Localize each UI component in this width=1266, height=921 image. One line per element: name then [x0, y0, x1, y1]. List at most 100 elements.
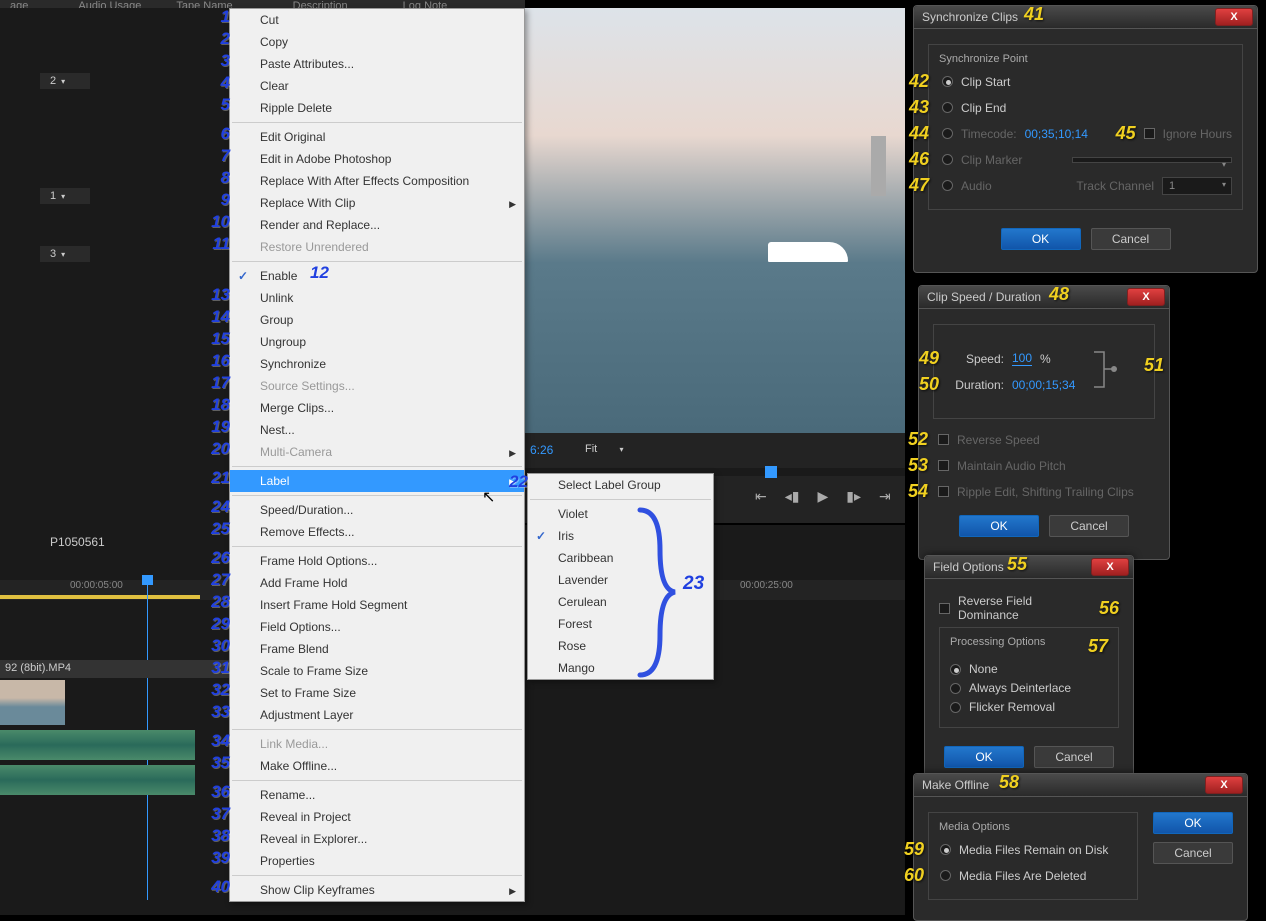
- timecode-radio[interactable]: [942, 128, 953, 139]
- menu-item-copy[interactable]: Copy2: [230, 31, 524, 53]
- column-headers: age Audio Usage Tape Name Description Lo…: [0, 0, 525, 8]
- menu-item-render-and-replace[interactable]: Render and Replace...10: [230, 214, 524, 236]
- menu-item-ungroup[interactable]: Ungroup15: [230, 331, 524, 353]
- menu-item-merge-clips[interactable]: Merge Clips...18: [230, 397, 524, 419]
- menu-item-show-clip-keyframes[interactable]: Show Clip Keyframes▶40: [230, 879, 524, 901]
- files-remain-radio[interactable]: [940, 844, 951, 855]
- clip-marker-radio[interactable]: [942, 154, 953, 165]
- duration-input[interactable]: 00;00;15;34: [1012, 378, 1075, 392]
- menu-item-unlink[interactable]: Unlink13: [230, 287, 524, 309]
- label-rose[interactable]: Rose: [528, 635, 713, 657]
- menu-item-replace-with-after-effects-composition[interactable]: Replace With After Effects Composition8: [230, 170, 524, 192]
- goto-in-icon[interactable]: ⇤: [755, 488, 767, 505]
- menu-item-make-offline[interactable]: Make Offline...35: [230, 755, 524, 777]
- menu-item-scale-to-frame-size[interactable]: Scale to Frame Size31: [230, 660, 524, 682]
- step-back-icon[interactable]: ◂▮: [785, 488, 800, 505]
- menu-item-speed-duration[interactable]: Speed/Duration...24: [230, 499, 524, 521]
- menu-item-nest[interactable]: Nest...19: [230, 419, 524, 441]
- program-monitor: [525, 8, 905, 433]
- label-iris[interactable]: Iris✓: [528, 525, 713, 547]
- track-dropdown-3[interactable]: 3: [40, 246, 90, 262]
- goto-out-icon[interactable]: ⇥: [879, 488, 891, 505]
- menu-item-label[interactable]: Label▶21: [230, 470, 524, 492]
- ok-button[interactable]: OK: [1153, 812, 1233, 834]
- audio-track-1[interactable]: [0, 730, 195, 760]
- reverse-field-checkbox[interactable]: [939, 603, 950, 614]
- files-deleted-radio[interactable]: [940, 870, 951, 881]
- menu-item-edit-original[interactable]: Edit Original6: [230, 126, 524, 148]
- menu-item-set-to-frame-size[interactable]: Set to Frame Size32: [230, 682, 524, 704]
- synchronize-clips-dialog: Synchronize Clips 41 X Synchronize Point…: [913, 5, 1258, 273]
- menu-item-remove-effects[interactable]: Remove Effects...25: [230, 521, 524, 543]
- menu-item-link-media[interactable]: Link Media...34: [230, 733, 524, 755]
- flicker-removal-radio[interactable]: [950, 702, 961, 713]
- timecode-input[interactable]: 00;35;10;14: [1025, 127, 1088, 141]
- audio-track-2[interactable]: [0, 765, 195, 795]
- menu-item-reveal-in-explorer[interactable]: Reveal in Explorer...38: [230, 828, 524, 850]
- menu-item-add-frame-hold[interactable]: Add Frame Hold27: [230, 572, 524, 594]
- menu-item-enable[interactable]: Enable✓12: [230, 265, 524, 287]
- menu-item-synchronize[interactable]: Synchronize16: [230, 353, 524, 375]
- close-button[interactable]: X: [1215, 8, 1253, 26]
- label-forest[interactable]: Forest: [528, 613, 713, 635]
- make-offline-dialog: Make Offline 58 X Media Options 59Media …: [913, 773, 1248, 921]
- menu-item-cut[interactable]: Cut1: [230, 9, 524, 31]
- ripple-edit-checkbox[interactable]: [938, 486, 949, 497]
- menu-item-clear[interactable]: Clear4: [230, 75, 524, 97]
- reverse-speed-checkbox[interactable]: [938, 434, 949, 445]
- menu-item-group[interactable]: Group14: [230, 309, 524, 331]
- ok-button[interactable]: OK: [944, 746, 1024, 768]
- close-button[interactable]: X: [1205, 776, 1243, 794]
- menu-item-adjustment-layer[interactable]: Adjustment Layer33: [230, 704, 524, 726]
- cancel-button[interactable]: Cancel: [1034, 746, 1114, 768]
- ok-button[interactable]: OK: [959, 515, 1039, 537]
- menu-item-multi-camera[interactable]: Multi-Camera▶20: [230, 441, 524, 463]
- cancel-button[interactable]: Cancel: [1153, 842, 1233, 864]
- clip-thumbnail[interactable]: [0, 680, 65, 725]
- step-fwd-icon[interactable]: ▮▸: [846, 488, 861, 505]
- select-label-group[interactable]: Select Label Group22: [528, 474, 713, 496]
- clip-end-radio[interactable]: [942, 102, 953, 113]
- menu-item-properties[interactable]: Properties39: [230, 850, 524, 872]
- monitor-playhead[interactable]: [765, 466, 777, 478]
- clip-start-radio[interactable]: [942, 76, 953, 87]
- menu-item-frame-hold-options[interactable]: Frame Hold Options...26: [230, 550, 524, 572]
- menu-item-replace-with-clip[interactable]: Replace With Clip▶9: [230, 192, 524, 214]
- play-icon[interactable]: ▶: [817, 488, 828, 505]
- menu-item-source-settings[interactable]: Source Settings...17: [230, 375, 524, 397]
- menu-item-reveal-in-project[interactable]: Reveal in Project37: [230, 806, 524, 828]
- menu-item-rename[interactable]: Rename...36: [230, 784, 524, 806]
- track-dropdown-1[interactable]: 2: [40, 73, 90, 89]
- maintain-pitch-checkbox[interactable]: [938, 460, 949, 471]
- menu-item-edit-in-adobe-photoshop[interactable]: Edit in Adobe Photoshop7: [230, 148, 524, 170]
- audio-radio[interactable]: [942, 180, 953, 191]
- close-button[interactable]: X: [1091, 558, 1129, 576]
- zoom-select[interactable]: Fit: [585, 443, 623, 455]
- work-area-bar[interactable]: [0, 595, 200, 599]
- menu-item-restore-unrendered[interactable]: Restore Unrendered11: [230, 236, 524, 258]
- timecode-display: 6:26: [530, 443, 553, 457]
- ok-button[interactable]: OK: [1001, 228, 1081, 250]
- speed-input[interactable]: 100: [1012, 351, 1032, 366]
- track-channel-select[interactable]: 1: [1162, 177, 1232, 195]
- close-button[interactable]: X: [1127, 288, 1165, 306]
- track-dropdown-2[interactable]: 1: [40, 188, 90, 204]
- deinterlace-radio[interactable]: [950, 683, 961, 694]
- menu-item-insert-frame-hold-segment[interactable]: Insert Frame Hold Segment28: [230, 594, 524, 616]
- menu-item-ripple-delete[interactable]: Ripple Delete5: [230, 97, 524, 119]
- menu-item-paste-attributes[interactable]: Paste Attributes...3: [230, 53, 524, 75]
- ignore-hours-checkbox[interactable]: [1144, 128, 1155, 139]
- menu-item-field-options[interactable]: Field Options...29: [230, 616, 524, 638]
- menu-item-frame-blend[interactable]: Frame Blend30: [230, 638, 524, 660]
- none-radio[interactable]: [950, 664, 961, 675]
- annotation-23: 23: [683, 573, 704, 595]
- label-violet[interactable]: Violet: [528, 503, 713, 525]
- cancel-button[interactable]: Cancel: [1091, 228, 1171, 250]
- label-caribbean[interactable]: Caribbean: [528, 547, 713, 569]
- sequence-tab[interactable]: P1050561: [50, 535, 105, 549]
- label-mango[interactable]: Mango: [528, 657, 713, 679]
- dialog-title: Field Options 55 X: [925, 556, 1133, 579]
- cancel-button[interactable]: Cancel: [1049, 515, 1129, 537]
- marker-select[interactable]: [1072, 157, 1232, 163]
- dialog-title: Clip Speed / Duration 48 X: [919, 286, 1169, 309]
